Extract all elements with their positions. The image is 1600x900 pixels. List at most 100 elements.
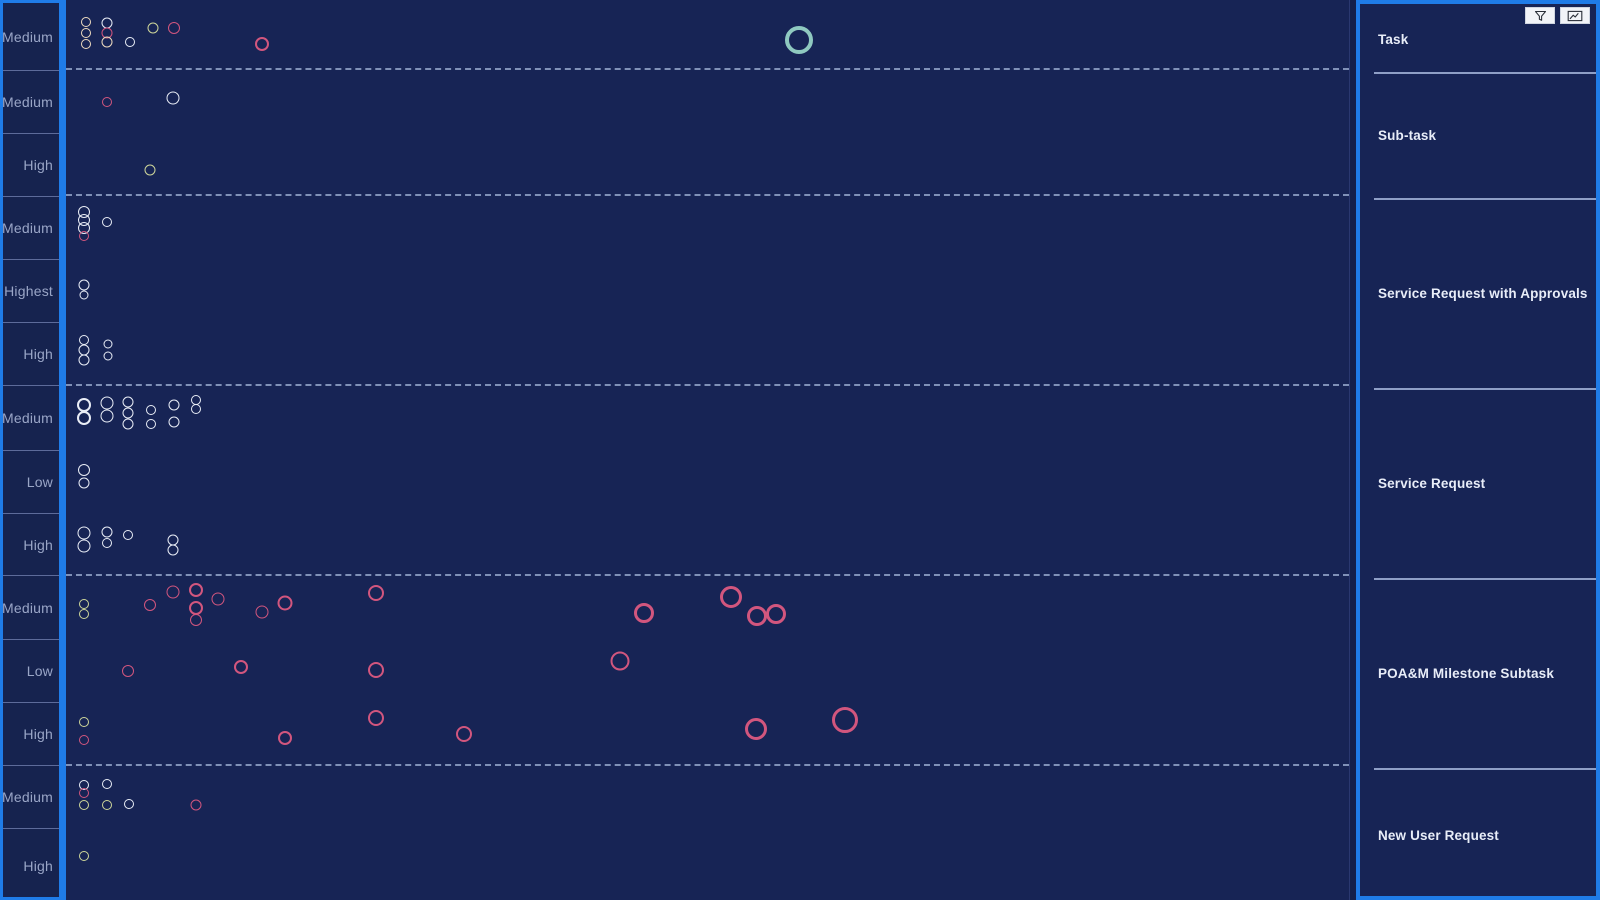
bubble-point[interactable] <box>100 396 114 410</box>
bubble-point[interactable] <box>123 530 133 540</box>
bubble-point[interactable] <box>78 354 90 366</box>
bubble-point[interactable] <box>190 614 202 626</box>
bubble-point[interactable] <box>77 526 91 540</box>
legend-band[interactable]: POA&M Milestone Subtask <box>1360 578 1596 768</box>
legend-band[interactable]: Sub-task <box>1360 72 1596 198</box>
y-axis-row[interactable]: Medium <box>3 197 59 260</box>
y-axis-row[interactable]: Medium <box>3 386 59 451</box>
plot-panel[interactable] <box>62 0 1350 900</box>
bubble-point[interactable] <box>103 339 113 349</box>
bubble-point[interactable] <box>368 710 384 726</box>
y-axis-row[interactable]: High <box>3 829 59 900</box>
bubble-point[interactable] <box>456 726 472 742</box>
y-axis-row[interactable]: High <box>3 703 59 766</box>
bubble-point[interactable] <box>78 279 90 291</box>
bubble-point[interactable] <box>102 217 112 227</box>
bubble-point[interactable] <box>166 91 180 105</box>
y-axis-row[interactable]: High <box>3 134 59 197</box>
bubble-point[interactable] <box>190 799 202 811</box>
bubble-point[interactable] <box>785 26 813 54</box>
y-axis-row[interactable]: High <box>3 323 59 386</box>
bubble-point[interactable] <box>81 28 91 38</box>
bubble-point[interactable] <box>79 735 89 745</box>
bubble-point[interactable] <box>720 586 742 608</box>
bubble-point[interactable] <box>368 585 384 601</box>
bubble-point[interactable] <box>147 22 159 34</box>
bubble-point[interactable] <box>77 411 91 425</box>
bubble-point[interactable] <box>168 416 180 428</box>
y-axis-label: Highest <box>4 283 53 299</box>
bubble-point[interactable] <box>101 36 113 48</box>
bubble-point[interactable] <box>168 22 180 34</box>
bubble-point[interactable] <box>122 665 134 677</box>
y-axis-row[interactable]: Medium <box>3 576 59 640</box>
bubble-point[interactable] <box>79 800 89 810</box>
bubble-point[interactable] <box>77 539 91 553</box>
y-axis-row[interactable]: High <box>3 514 59 576</box>
bubble-point[interactable] <box>168 399 180 411</box>
bubble-point[interactable] <box>166 585 180 599</box>
filter-icon[interactable] <box>1525 7 1555 24</box>
bubble-point[interactable] <box>255 37 269 51</box>
bubble-point[interactable] <box>747 606 767 626</box>
y-axis-row[interactable]: Highest <box>3 260 59 323</box>
legend-band-label: Task <box>1378 31 1409 47</box>
bubble-point[interactable] <box>832 707 858 733</box>
bubble-point[interactable] <box>79 609 89 619</box>
bubble-point[interactable] <box>102 538 112 548</box>
bubble-point[interactable] <box>144 599 156 611</box>
bubble-point[interactable] <box>634 603 654 623</box>
bubble-point[interactable] <box>79 788 89 798</box>
legend-band[interactable]: New User Request <box>1360 768 1596 900</box>
bubble-point[interactable] <box>368 662 384 678</box>
bubble-point[interactable] <box>144 164 156 176</box>
bubble-point[interactable] <box>146 405 156 415</box>
y-axis-label: Medium <box>3 599 53 616</box>
bubble-point[interactable] <box>101 526 113 538</box>
focus-icon[interactable] <box>1560 7 1590 24</box>
bubble-point[interactable] <box>125 37 135 47</box>
bubble-point[interactable] <box>745 718 767 740</box>
bubble-point[interactable] <box>102 800 112 810</box>
bubble-point[interactable] <box>189 601 203 615</box>
bubble-point[interactable] <box>122 418 134 430</box>
bubble-point[interactable] <box>277 595 293 611</box>
bubble-point[interactable] <box>211 592 225 606</box>
bubble-point[interactable] <box>102 97 112 107</box>
bubble-point[interactable] <box>122 396 134 408</box>
bubble-point[interactable] <box>255 605 269 619</box>
chart-toolbar[interactable] <box>1525 7 1590 24</box>
bubble-point[interactable] <box>81 39 91 49</box>
y-axis-row[interactable]: Medium <box>3 3 59 71</box>
bubble-point[interactable] <box>167 544 179 556</box>
y-axis-row[interactable]: Medium <box>3 71 59 134</box>
bubble-point[interactable] <box>191 404 201 414</box>
bubble-point[interactable] <box>79 335 89 345</box>
y-axis-row[interactable]: Low <box>3 640 59 703</box>
bubble-point[interactable] <box>100 409 114 423</box>
y-axis-row[interactable]: Medium <box>3 766 59 829</box>
bubble-chart-screen: Medium Medium High Medium Highest High Medium L… <box>0 0 1600 900</box>
bubble-point[interactable] <box>278 731 292 745</box>
bubble-point[interactable] <box>610 651 630 671</box>
bubble-point[interactable] <box>79 231 89 241</box>
bubble-point[interactable] <box>146 419 156 429</box>
bubble-point[interactable] <box>189 583 203 597</box>
bubble-point[interactable] <box>79 717 89 727</box>
bubble-point[interactable] <box>79 851 89 861</box>
bubble-point[interactable] <box>78 477 90 489</box>
bubble-point[interactable] <box>234 660 248 674</box>
bubble-point[interactable] <box>81 17 91 27</box>
y-axis-row[interactable]: Low <box>3 451 59 514</box>
bubble-point[interactable] <box>766 604 786 624</box>
bubble-point[interactable] <box>77 398 91 412</box>
bubble-point[interactable] <box>103 351 113 361</box>
legend-band[interactable]: Service Request with Approvals <box>1360 198 1596 388</box>
bubble-point[interactable] <box>124 799 134 809</box>
bubble-point[interactable] <box>78 464 90 476</box>
bubble-point[interactable] <box>102 779 112 789</box>
legend-band[interactable]: Service Request <box>1360 388 1596 578</box>
bubble-point[interactable] <box>122 407 134 419</box>
bubble-point[interactable] <box>79 290 89 300</box>
bubble-point[interactable] <box>79 599 89 609</box>
